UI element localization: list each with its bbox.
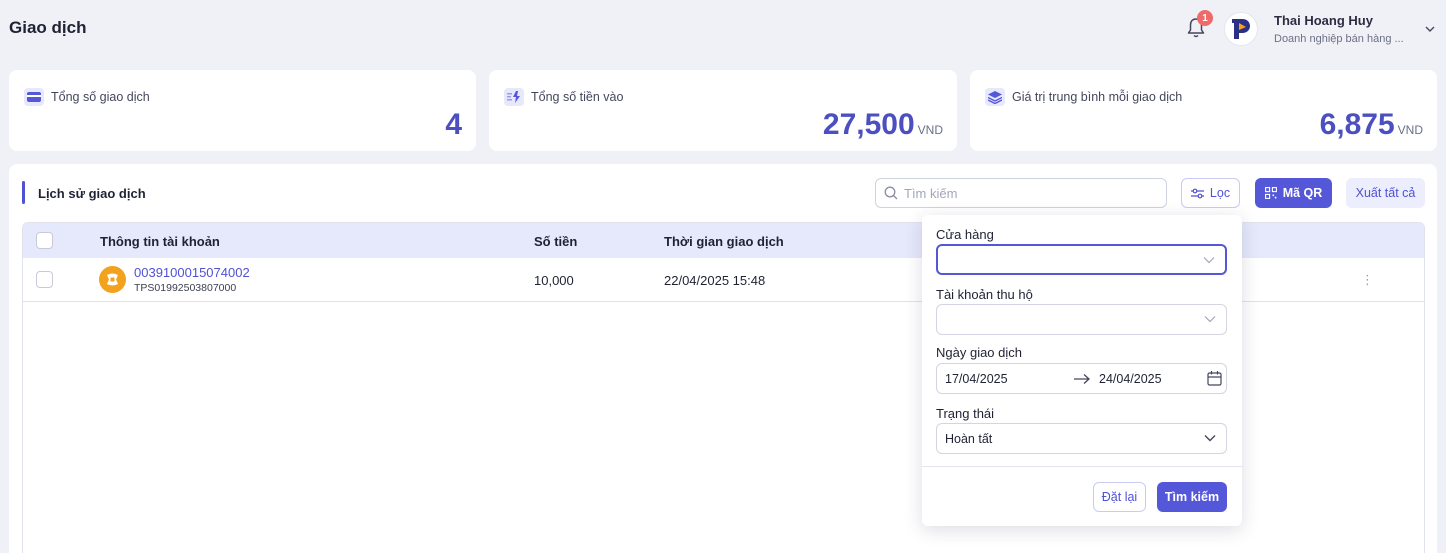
more-actions-icon[interactable]: ⋮ (1361, 272, 1374, 288)
bank-logo-icon (99, 266, 126, 293)
page-title: Giao dịch (9, 18, 87, 37)
stat-value: 4 (445, 108, 462, 142)
chevron-down-icon[interactable] (1424, 24, 1436, 34)
stat-unit: VND (1397, 123, 1423, 137)
stat-number: 4 (445, 108, 462, 141)
notification-badge: 1 (1197, 10, 1213, 26)
stat-unit: VND (917, 123, 943, 137)
qr-code-icon (1264, 187, 1277, 199)
stat-value: 6,875 VND (1320, 108, 1423, 142)
chevron-down-icon (1204, 435, 1216, 442)
column-header-amount: Số tiền (534, 234, 578, 249)
stat-value: 27,500 VND (823, 108, 943, 142)
qr-code-button-label: Mã QR (1282, 186, 1323, 200)
stat-number: 27,500 (822, 108, 915, 141)
stat-card-total-incoming: Tổng số tiền vào 27,500 VND (489, 70, 957, 151)
stat-label: Giá trị trung bình mỗi giao dịch (1012, 90, 1183, 104)
user-role: Doanh nghiệp bán hàng ... (1274, 33, 1404, 45)
filter-button[interactable]: Lọc (1181, 178, 1240, 208)
store-select[interactable] (936, 244, 1227, 275)
export-all-button[interactable]: Xuất tất cả (1346, 178, 1425, 208)
search-box[interactable] (875, 178, 1167, 208)
account-number-link[interactable]: 0039100015074002 (134, 265, 250, 280)
transaction-date-label: Ngày giao dịch (936, 345, 1022, 360)
search-input[interactable] (904, 185, 1144, 201)
store-label: Cửa hàng (936, 227, 994, 242)
status-label: Trạng thái (936, 406, 995, 421)
popover-divider (922, 466, 1242, 467)
calendar-icon[interactable] (1207, 370, 1222, 386)
arrow-right-icon (1074, 374, 1090, 384)
stat-label: Tổng số tiền vào (531, 90, 624, 104)
filter-button-label: Lọc (1209, 186, 1231, 200)
avatar[interactable] (1224, 12, 1258, 46)
stat-card-total-transactions: Tổng số giao dịch 4 (9, 70, 476, 151)
account-sub-id: TPS01992503807000 (134, 282, 237, 294)
status-select-value: Hoàn tất (945, 432, 993, 446)
date-to[interactable]: 24/04/2025 (1099, 372, 1162, 386)
collection-account-label: Tài khoản thu hộ (936, 287, 1033, 302)
qr-code-button[interactable]: Mã QR (1255, 178, 1332, 208)
search-button[interactable]: Tìm kiếm (1157, 482, 1227, 512)
select-all-checkbox[interactable] (36, 232, 53, 249)
date-from[interactable]: 17/04/2025 (945, 372, 1008, 386)
search-icon (884, 186, 898, 200)
stat-number: 6,875 (1319, 108, 1395, 141)
user-name: Thai Hoang Huy (1274, 13, 1373, 28)
stat-label: Tổng số giao dịch (51, 90, 150, 104)
date-range-picker[interactable]: 17/04/2025 24/04/2025 (936, 363, 1227, 394)
status-select[interactable]: Hoàn tất (936, 423, 1227, 454)
brand-logo-icon (1232, 19, 1250, 39)
flash-icon (504, 88, 524, 106)
reset-button[interactable]: Đặt lại (1093, 482, 1146, 512)
sliders-icon (1190, 188, 1204, 198)
chevron-down-icon (1204, 316, 1216, 323)
stat-card-average-value: Giá trị trung bình mỗi giao dịch 6,875 VN… (970, 70, 1437, 151)
layers-icon (985, 88, 1005, 106)
collection-account-select[interactable] (936, 304, 1227, 335)
amount-cell: 10,000 (534, 273, 574, 288)
column-header-account: Thông tin tài khoản (100, 234, 220, 249)
time-cell: 22/04/2025 15:48 (664, 273, 766, 288)
card-icon (24, 88, 44, 106)
top-bar: Giao dịch 1 Thai Hoang Huy Doanh nghiệp … (0, 0, 1446, 58)
chevron-down-icon (1203, 257, 1215, 264)
column-header-time: Thời gian giao dịch (664, 234, 784, 249)
row-checkbox[interactable] (36, 271, 53, 288)
section-accent-bar (22, 181, 25, 204)
section-title: Lịch sử giao dịch (38, 186, 146, 201)
filter-popover: Cửa hàng Tài khoản thu hộ Ngày giao dịch… (922, 215, 1242, 526)
